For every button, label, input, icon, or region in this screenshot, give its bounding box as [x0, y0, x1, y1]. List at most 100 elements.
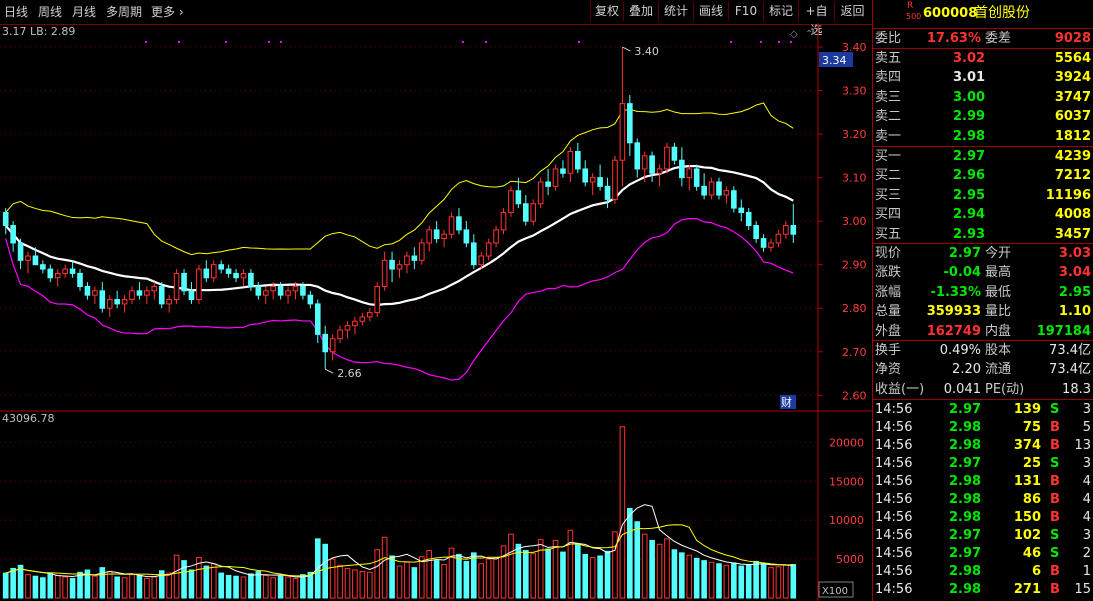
- bid-row: 买三 2.95 11196: [873, 186, 1093, 205]
- candle-body: [374, 285, 381, 314]
- candle-body: [151, 285, 158, 292]
- volume-bar: [567, 529, 574, 599]
- candle-body: [753, 225, 759, 240]
- tick-volume: 271: [1013, 582, 1041, 597]
- tick-volume: 46: [1022, 546, 1041, 561]
- tick-price: 2.98: [949, 420, 982, 435]
- price-tick-label: 2.90: [842, 259, 867, 272]
- period-daily-tab[interactable]: 日线: [4, 3, 28, 21]
- ask-volume: 1812: [1054, 128, 1091, 144]
- signal-marker: [730, 41, 732, 43]
- ask-price: 2.99: [953, 109, 986, 125]
- indicator-readout: 3.17 LB: 2.89: [2, 25, 75, 38]
- signal-marker: [578, 41, 580, 43]
- volume-bars: [2, 426, 797, 599]
- tick-price: 2.98: [949, 564, 982, 579]
- back-button[interactable]: 返回: [834, 2, 870, 21]
- candle-body: [671, 146, 678, 161]
- kline-chart[interactable]: 3.17 LB: 2.89 43096.78 3.40 3.30 3.20 3.10 3…: [0, 24, 872, 601]
- fundamental-value: 0.041: [943, 381, 981, 397]
- candle-body: [366, 312, 373, 318]
- candle-body: [478, 255, 485, 266]
- overlay-button[interactable]: 叠加: [623, 2, 658, 21]
- f10-button[interactable]: F10: [728, 2, 763, 21]
- tick-time: 14:56: [875, 510, 913, 525]
- volume-bar: [634, 521, 641, 599]
- candle-body: [552, 168, 559, 187]
- add-watchlist-button[interactable]: +自选: [798, 2, 834, 37]
- candle-body: [664, 146, 670, 170]
- tick-time: 14:56: [875, 492, 913, 507]
- fundamental-label: 净资: [875, 362, 902, 378]
- volume-bar: [62, 576, 68, 599]
- candle-body: [656, 168, 663, 174]
- statistics-button[interactable]: 统计: [658, 2, 693, 21]
- candle-body: [530, 203, 537, 222]
- mark-button[interactable]: 标记: [763, 2, 798, 21]
- period-monthly-tab[interactable]: 月线: [72, 3, 96, 21]
- ask-row: 卖四 3.01 3924: [873, 68, 1093, 87]
- volume-bar: [612, 531, 618, 599]
- candle-body: [738, 207, 745, 213]
- quote-value: 359933: [926, 304, 981, 320]
- volume-bar: [203, 565, 210, 599]
- bid-label: 买五: [875, 226, 902, 242]
- candle-body: [589, 177, 596, 183]
- volume-bar: [693, 557, 700, 599]
- candle-body: [203, 268, 210, 279]
- ask-row: 卖五 3.02 5564: [873, 49, 1093, 68]
- tick-price: 2.98: [949, 492, 982, 507]
- current-price-tag: 3.34: [822, 54, 847, 67]
- candle-body: [225, 268, 232, 274]
- volume-bar: [686, 554, 693, 599]
- signal-marker: [178, 41, 180, 43]
- finance-badge[interactable]: 财: [781, 395, 792, 409]
- bid-label: 买四: [875, 207, 902, 223]
- tick-price: 2.98: [949, 510, 982, 525]
- tick-count: 2: [1082, 546, 1091, 561]
- candle-body: [723, 190, 730, 196]
- price-tick-label: 3.10: [842, 172, 867, 185]
- candle-body: [248, 272, 254, 287]
- volume-bar: [25, 574, 31, 599]
- draw-line-button[interactable]: 画线: [693, 2, 728, 21]
- tick-side: B: [1050, 492, 1060, 507]
- diamond-icon[interactable]: ◇: [790, 29, 798, 40]
- candle-body: [166, 299, 172, 305]
- volume-bar: [582, 553, 589, 599]
- chevron-up-icon[interactable]: ⌃: [805, 29, 813, 40]
- adjust-button[interactable]: 复权: [590, 2, 623, 21]
- tick-count: 3: [1082, 528, 1091, 543]
- bid-price: 2.94: [953, 207, 986, 223]
- tick-row: 14:56 2.97 46 S 2: [873, 545, 1093, 563]
- period-multi-tab[interactable]: 多周期: [106, 3, 142, 21]
- volume-bar: [359, 571, 366, 599]
- tick-time: 14:56: [875, 402, 913, 417]
- volume-bar: [493, 557, 499, 599]
- candle-body: [218, 264, 224, 270]
- candle-body: [99, 290, 106, 309]
- price-tick-label: 2.70: [842, 346, 867, 359]
- tick-price: 2.97: [949, 546, 982, 561]
- tick-time: 14:56: [875, 456, 913, 471]
- period-weekly-tab[interactable]: 周线: [38, 3, 62, 21]
- volume-bar: [188, 569, 195, 599]
- candle-body: [745, 211, 752, 227]
- index-badge-bottom: 500: [906, 12, 922, 21]
- tick-count: 13: [1074, 438, 1091, 453]
- candle-body: [144, 290, 150, 296]
- ask-label: 卖二: [875, 109, 902, 125]
- volume-tick-label: 20000: [829, 436, 864, 449]
- candle-body: [597, 177, 603, 187]
- tick-count: 4: [1082, 474, 1091, 489]
- bid-row: 买四 2.94 4008: [873, 205, 1093, 224]
- price-tick-label: 2.80: [842, 302, 867, 315]
- ask-volume: 3747: [1054, 89, 1091, 105]
- tick-price: 2.98: [949, 474, 982, 489]
- fundamental-label: PE(动): [985, 381, 1025, 397]
- period-more-tab[interactable]: 更多 ›: [151, 3, 184, 21]
- fundamental-value: 0.49%: [939, 343, 981, 358]
- candle-body: [649, 155, 655, 174]
- tick-side: S: [1050, 528, 1060, 543]
- bid-row: 买二 2.96 7212: [873, 166, 1093, 185]
